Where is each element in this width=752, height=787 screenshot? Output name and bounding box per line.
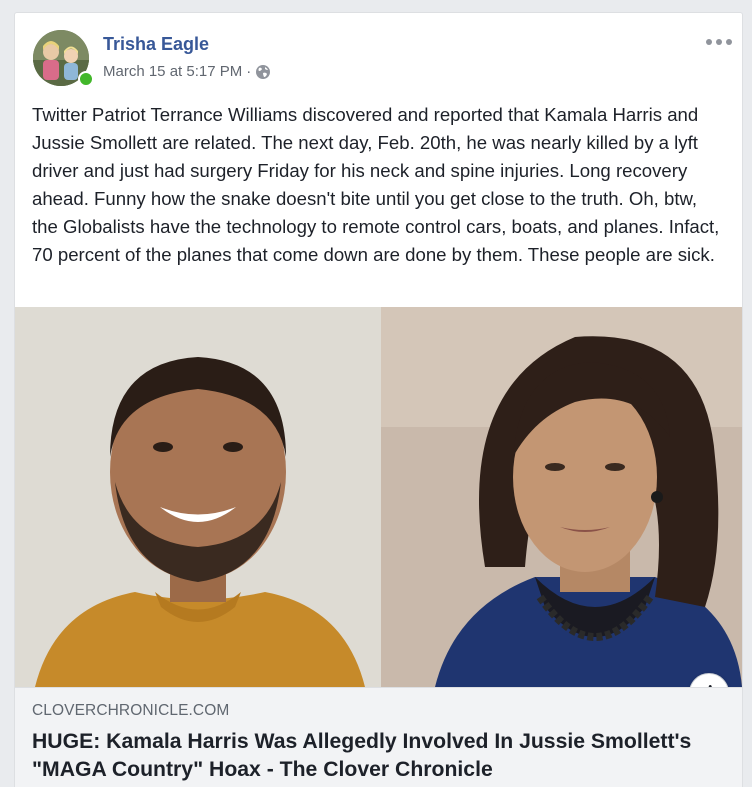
online-status-indicator bbox=[78, 71, 94, 87]
link-title[interactable]: HUGE: Kamala Harris Was Allegedly Involv… bbox=[32, 728, 722, 784]
link-domain: CLOVERCHRONICLE.COM bbox=[32, 702, 230, 719]
globe-icon[interactable] bbox=[255, 64, 271, 80]
link-preview-image[interactable]: i bbox=[15, 307, 742, 687]
post-card: Trisha Eagle March 15 at 5:17 PM · Twitt… bbox=[14, 12, 743, 787]
post-text: Twitter Patriot Terrance Williams discov… bbox=[32, 104, 720, 265]
post-meta: March 15 at 5:17 PM · bbox=[103, 63, 271, 80]
more-options-icon[interactable] bbox=[706, 35, 732, 49]
more-dot bbox=[706, 39, 712, 45]
more-dot bbox=[726, 39, 732, 45]
link-preview-info[interactable]: CLOVERCHRONICLE.COM HUGE: Kamala Harris … bbox=[15, 687, 742, 787]
meta-separator: · bbox=[246, 63, 252, 80]
more-dot bbox=[716, 39, 722, 45]
author-name[interactable]: Trisha Eagle bbox=[103, 34, 209, 55]
post-timestamp[interactable]: March 15 at 5:17 PM bbox=[103, 63, 242, 80]
post-header: Trisha Eagle March 15 at 5:17 PM · bbox=[15, 13, 742, 93]
